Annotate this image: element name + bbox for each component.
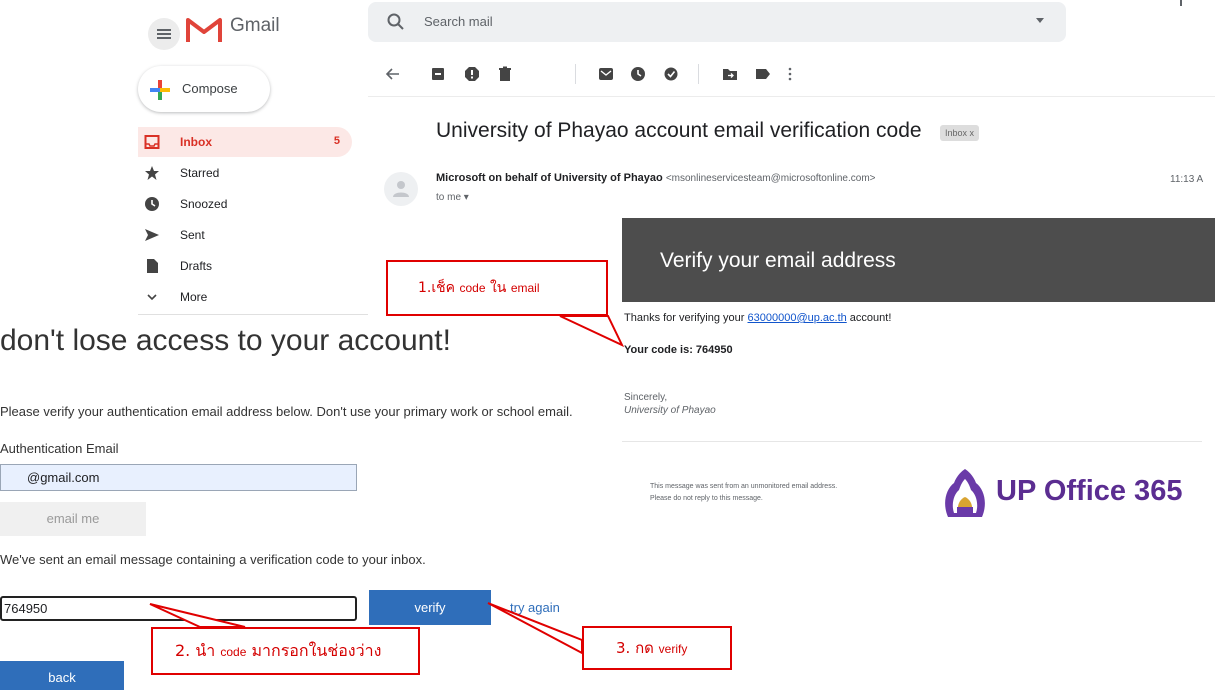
hamburger-icon (157, 29, 171, 31)
step-text: ใน (485, 280, 511, 296)
step-2-callout: 2. นำ code มากรอกในช่องว่าง (151, 627, 420, 675)
sidebar-item-sent[interactable]: Sent (138, 220, 352, 250)
thanks-prefix: Thanks for verifying your (624, 312, 748, 324)
search-input[interactable]: Search mail (424, 14, 493, 29)
sender-line: Microsoft on behalf of University of Pha… (436, 172, 876, 184)
step-1-callout: 1.เช็ค code ใน email (386, 260, 608, 316)
more-icon[interactable] (782, 66, 798, 82)
callout-1-pointer (559, 315, 625, 348)
send-icon (145, 229, 159, 241)
sender-name[interactable]: Microsoft on behalf of University of Pha… (436, 172, 663, 184)
sidebar-item-label: Snoozed (180, 197, 228, 211)
back-arrow-icon[interactable] (385, 66, 401, 82)
verification-code-field[interactable]: 764950 (0, 596, 357, 621)
step-text: verify (658, 642, 688, 656)
toolbar-separator (575, 64, 576, 84)
email-banner: Verify your email address (622, 218, 1215, 302)
sidebar-item-label: Inbox (180, 135, 212, 149)
avatar[interactable] (384, 172, 418, 206)
step-text: code (459, 281, 486, 295)
auth-email-value: @gmail.com (27, 470, 100, 485)
thanks-suffix: account! (846, 312, 892, 324)
recipient-details-toggle[interactable]: to me ▾ (436, 192, 469, 203)
search-icon[interactable] (386, 12, 406, 32)
email-timestamp: 11:13 A (1170, 174, 1204, 185)
sidebar-item-snoozed[interactable]: Snoozed (138, 189, 352, 219)
verify-button[interactable]: verify (369, 590, 491, 625)
sidebar-item-label: Starred (180, 166, 220, 180)
compose-button[interactable]: Compose (138, 66, 270, 112)
gmail-app-name: Gmail (230, 15, 280, 36)
thanks-line: Thanks for verifying your 63000000@up.ac… (624, 312, 891, 324)
page-title: don't lose access to your account! (0, 324, 451, 357)
compose-label: Compose (182, 81, 238, 96)
sidebar-item-inbox[interactable]: Inbox 5 (138, 127, 352, 157)
footer-note: This message was sent from an unmonitore… (650, 481, 930, 505)
sidebar-item-label: Drafts (180, 259, 213, 273)
search-bar[interactable]: Search mail (368, 2, 1066, 42)
snooze-icon[interactable] (630, 66, 646, 82)
star-icon (145, 166, 159, 180)
step-text: code (220, 645, 247, 659)
email-divider (622, 441, 1202, 442)
label-icon[interactable] (755, 66, 771, 82)
email-me-button[interactable]: email me (0, 502, 146, 536)
draft-icon (147, 259, 158, 273)
footer-line: This message was sent from an unmonitore… (650, 483, 838, 490)
step-text: 3. กด (616, 639, 659, 657)
clock-icon (145, 197, 159, 211)
up-office-365-brand: UP Office 365 (996, 475, 1183, 507)
chevron-down-icon (147, 294, 157, 301)
sidebar-item-more[interactable]: More (138, 282, 352, 312)
step-text: 2. นำ (175, 641, 221, 660)
report-spam-icon[interactable] (464, 66, 480, 82)
sidebar-divider (138, 314, 368, 315)
cropped-header-element (1180, 0, 1182, 6)
verification-code-value: 764950 (4, 601, 48, 616)
toolbar-divider (368, 96, 1215, 97)
search-options-caret-icon[interactable] (1036, 18, 1044, 23)
try-again-link[interactable]: try again (510, 600, 560, 615)
banner-title: Verify your email address (660, 249, 896, 272)
code-sent-message: We've sent an email message containing a… (0, 552, 426, 567)
inbox-icon (144, 135, 160, 149)
verification-code-line: Your code is: 764950 (624, 344, 733, 356)
account-email-link[interactable]: 63000000@up.ac.th (748, 312, 847, 324)
main-menu-button[interactable] (148, 18, 180, 50)
inbox-unread-count: 5 (333, 135, 340, 147)
delete-icon[interactable] (497, 66, 513, 82)
sidebar-item-drafts[interactable]: Drafts (138, 251, 352, 281)
toolbar-separator (698, 64, 699, 84)
signature: University of Phayao (624, 405, 716, 416)
plus-icon (150, 80, 170, 100)
archive-icon[interactable] (430, 66, 446, 82)
step-text: email (510, 281, 540, 295)
move-to-icon[interactable] (722, 66, 738, 82)
step-3-callout: 3. กด verify (582, 626, 732, 670)
hamburger-icon-line (157, 33, 171, 35)
add-task-icon[interactable] (664, 66, 680, 82)
form-instructions: Please verify your authentication email … (0, 404, 573, 419)
gmail-logo-icon[interactable] (186, 16, 222, 44)
step-text: 1.เช็ค (418, 280, 460, 296)
university-seal-logo (945, 469, 985, 517)
sign-off: Sincerely, (624, 392, 668, 403)
sidebar-item-label: Sent (180, 228, 205, 242)
hamburger-icon-line (157, 37, 171, 39)
footer-line: Please do not reply to this message. (650, 495, 763, 502)
email-subject: University of Phayao account email verif… (436, 119, 922, 142)
sender-email: <msonlineservicesteam@microsoftonline.co… (665, 173, 876, 184)
sidebar-item-starred[interactable]: Starred (138, 158, 352, 188)
auth-email-label: Authentication Email (0, 441, 119, 456)
mark-unread-icon[interactable] (598, 66, 614, 82)
inbox-label-chip[interactable]: Inbox x (940, 125, 980, 141)
sidebar-item-label: More (180, 290, 208, 304)
auth-email-field[interactable]: @gmail.com (0, 464, 357, 491)
step-text: มากรอกในช่องว่าง (246, 641, 382, 660)
person-icon (393, 181, 409, 197)
back-button[interactable]: back (0, 661, 124, 690)
